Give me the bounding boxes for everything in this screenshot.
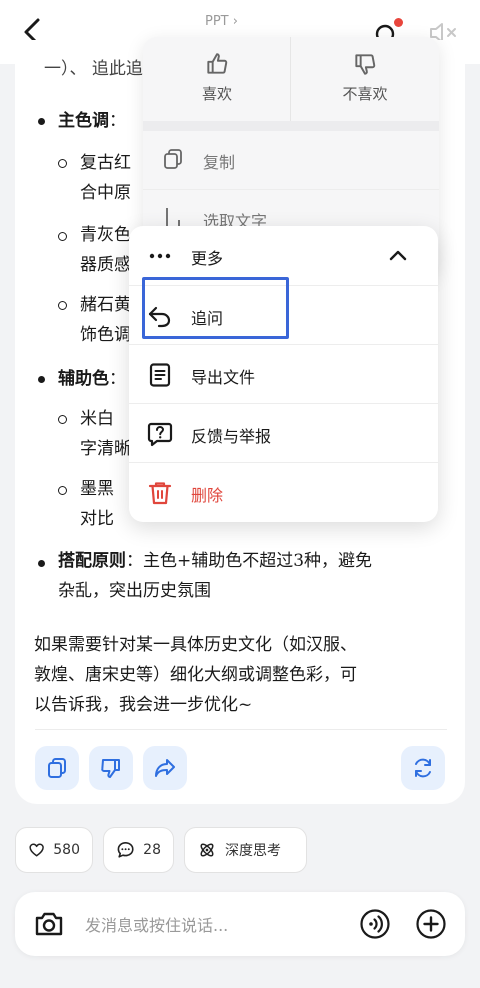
share-button[interactable]	[143, 746, 187, 790]
paragraph-line: 以告诉我，我会进一步优化~	[34, 695, 253, 715]
cut-off-line: 一）、 追此追	[44, 59, 143, 79]
comment-bubble-icon	[117, 842, 134, 858]
sub-bullet	[58, 415, 67, 424]
paragraph-line: 如果需要针对某一具体历史文化（如汉服、	[34, 635, 357, 655]
copy-icon	[48, 758, 66, 778]
like-option[interactable]: 喜欢	[143, 37, 291, 121]
delete-label: 删除	[191, 486, 224, 505]
plus-circle-icon[interactable]	[415, 908, 447, 940]
likes-count: 580	[53, 842, 80, 858]
like-label: 喜欢	[201, 85, 232, 103]
reaction-row: 喜欢 不喜欢	[143, 37, 439, 121]
comments-chip[interactable]: 28	[103, 827, 174, 873]
notification-dot	[394, 18, 403, 27]
rule-text: 搭配原则：主色+辅助色不超过3种，避免	[58, 551, 373, 571]
message-input-bar: 发消息或按住说话...	[15, 892, 465, 956]
sub-item-text: 字清晰	[80, 439, 131, 459]
sub-item-text: 器质感	[80, 255, 131, 275]
rule-text-cont: 杂乱，突出历史氛围	[58, 581, 211, 601]
sub-item-text: 复古红	[80, 153, 131, 173]
main-color-heading: 主色调：	[58, 111, 126, 131]
feedback-report-option[interactable]: 反馈与举报	[129, 404, 438, 463]
more-submenu: 更多 追问 导出文件 反馈与举报 删除	[129, 226, 438, 522]
thumbs-down-icon	[101, 759, 120, 778]
sub-item-text: 米白	[80, 409, 114, 429]
regenerate-button[interactable]	[401, 746, 445, 790]
dislike-button[interactable]	[89, 746, 133, 790]
dislike-label: 不喜欢	[342, 85, 388, 103]
export-file-option[interactable]: 导出文件	[129, 345, 438, 404]
document-icon	[149, 363, 171, 387]
delete-option[interactable]: 删除	[129, 463, 438, 522]
atom-icon	[200, 843, 214, 857]
sub-bullet	[58, 232, 67, 241]
sub-bullet	[58, 486, 67, 495]
bullet-dot	[38, 560, 45, 567]
likes-chip[interactable]: 580	[15, 827, 93, 873]
deep-think-label: 深度思考	[225, 843, 281, 859]
sub-item-text: 青灰色	[80, 225, 131, 245]
feedback-report-label: 反馈与举报	[191, 427, 272, 446]
sub-item-text: 饰色调	[80, 325, 131, 345]
feedback-question-icon	[147, 422, 173, 447]
sub-item-text: 赭石黄	[80, 295, 131, 315]
divider	[143, 121, 439, 131]
deep-think-chip[interactable]: 深度思考	[184, 827, 307, 873]
voice-input-icon[interactable]	[359, 908, 391, 940]
copy-option[interactable]: 复制	[143, 131, 439, 189]
camera-icon[interactable]	[33, 909, 65, 939]
selection-highlight	[142, 277, 289, 339]
sub-item-text: 对比	[80, 509, 114, 529]
more-label: 更多	[191, 249, 224, 268]
sub-bullet	[58, 159, 67, 168]
chevron-up-icon[interactable]	[387, 245, 409, 267]
comments-count: 28	[143, 842, 161, 858]
copy-icon	[164, 149, 182, 169]
page-title[interactable]: PPT ›	[205, 14, 238, 29]
sub-item-text: 墨黑	[80, 479, 114, 499]
bullet-dot	[38, 118, 45, 125]
refresh-icon	[415, 758, 431, 778]
sub-item-text: 合中原	[80, 183, 131, 203]
thumbs-up-icon	[207, 53, 228, 74]
dislike-option[interactable]: 不喜欢	[291, 37, 439, 121]
more-dots-icon	[149, 253, 171, 259]
paragraph-line: 敦煌、唐宋史等）细化大纲或调整色彩，可	[34, 665, 357, 685]
sub-bullet	[58, 301, 67, 310]
heart-icon	[29, 843, 44, 857]
thumbs-down-icon	[355, 54, 376, 75]
aux-color-heading: 辅助色：	[58, 369, 126, 389]
copy-button[interactable]	[35, 746, 79, 790]
bullet-dot	[38, 376, 45, 383]
export-file-label: 导出文件	[191, 368, 256, 387]
message-input[interactable]: 发消息或按住说话...	[85, 912, 228, 936]
copy-label: 复制	[203, 153, 236, 172]
trash-icon	[148, 482, 172, 505]
divider	[35, 729, 447, 730]
share-arrow-icon	[155, 759, 175, 777]
